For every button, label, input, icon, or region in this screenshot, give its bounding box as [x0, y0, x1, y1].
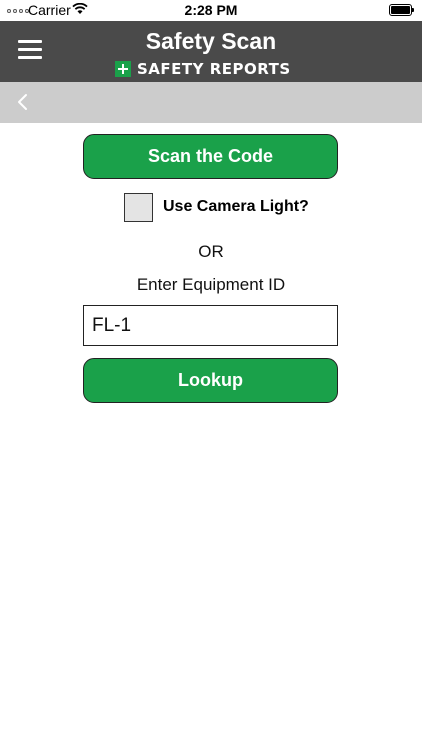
clock: 2:28 PM	[184, 2, 238, 18]
equipment-id-input[interactable]	[83, 305, 338, 346]
app-header: Safety Scan SAFETY REPORTS	[0, 21, 422, 82]
camera-light-label: Use Camera Light?	[163, 198, 309, 215]
enter-equipment-id-label: Enter Equipment ID	[136, 275, 286, 294]
or-divider-label: OR	[198, 242, 224, 261]
safety-reports-logo: SAFETY REPORTS	[115, 60, 291, 78]
status-bar: Carrier 2:28 PM	[0, 0, 422, 21]
app-title: Safety Scan	[145, 28, 277, 54]
camera-light-checkbox[interactable]	[124, 193, 153, 222]
logo-text: SAFETY REPORTS	[137, 60, 291, 78]
lookup-button[interactable]: Lookup	[83, 358, 338, 403]
scan-code-button[interactable]: Scan the Code	[83, 134, 338, 179]
navigation-bar	[0, 82, 422, 123]
battery-icon	[389, 4, 414, 16]
plus-cross-icon	[115, 61, 131, 77]
chevron-left-icon[interactable]	[14, 92, 32, 112]
